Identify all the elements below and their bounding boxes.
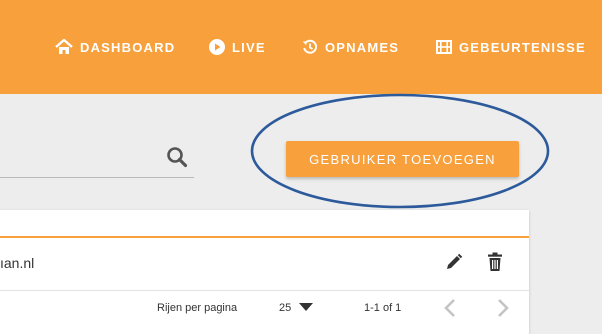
- play-circle-icon: [209, 39, 225, 55]
- search-input[interactable]: [0, 177, 194, 178]
- add-user-button-label: GEBRUIKER TOEVOEGEN: [309, 151, 496, 167]
- nav-item-label: GEBEURTENISSE: [459, 39, 586, 55]
- caret-down-icon: [299, 302, 314, 314]
- chevron-left-icon[interactable]: [443, 298, 457, 323]
- home-icon: [55, 39, 73, 55]
- rows-per-page-label: Rijen per pagina: [157, 302, 238, 314]
- email-cell: ıan.nl: [0, 255, 35, 271]
- nav-item-live[interactable]: LIVE: [209, 38, 266, 56]
- nav-item-opnames[interactable]: OPNAMES: [302, 38, 399, 56]
- nav-item-label: OPNAMES: [325, 39, 400, 55]
- chevron-right-icon[interactable]: [496, 298, 510, 323]
- users-table-card: ıan.nl Rijen per pagina 25 1-1 of 1: [0, 210, 529, 334]
- table-row: ıan.nl: [0, 238, 529, 291]
- nav-item-gebeurtenissen[interactable]: GEBEURTENISSE: [436, 38, 586, 56]
- edit-icon[interactable]: [445, 253, 463, 276]
- rows-per-page-select[interactable]: 25: [279, 296, 327, 320]
- pagination-range: 1-1 of 1: [364, 302, 402, 314]
- rows-per-page-value: 25: [279, 302, 292, 314]
- top-navigation-bar: DASHBOARD LIVE OPNAMES GEBEURTENISSE: [0, 0, 602, 94]
- add-user-button[interactable]: GEBRUIKER TOEVOEGEN: [286, 141, 519, 177]
- nav-item-dashboard[interactable]: DASHBOARD: [55, 38, 175, 56]
- film-icon: [436, 40, 452, 54]
- search-icon[interactable]: [166, 146, 188, 173]
- nav-item-label: LIVE: [232, 39, 266, 55]
- trash-icon[interactable]: [487, 252, 503, 277]
- history-icon: [302, 39, 318, 55]
- nav-item-label: DASHBOARD: [80, 39, 176, 55]
